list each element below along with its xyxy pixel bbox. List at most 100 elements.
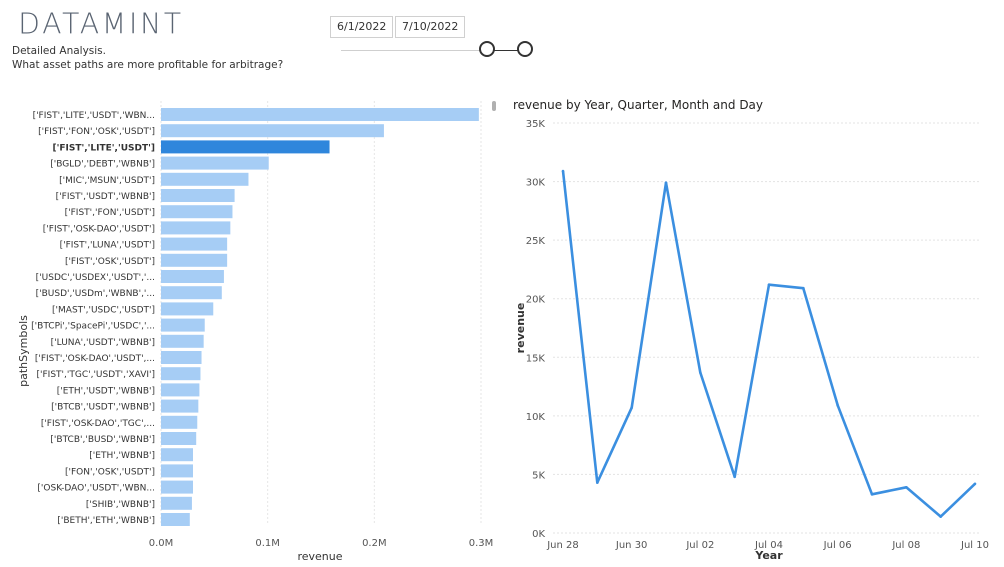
line-y-tick-label: 10K	[526, 412, 546, 423]
bar-category-label[interactable]: ['FIST','LITE','USDT','WBN...	[33, 111, 155, 121]
line-x-tick-label: Jun 30	[615, 540, 648, 551]
bar-category-label[interactable]: ['BUSD','USDm','WBNB','...	[36, 289, 155, 299]
revenue-bar[interactable]	[161, 189, 235, 202]
bar-category-label[interactable]: ['FIST','TGC','USDT','XAVI']	[37, 370, 155, 380]
revenue-bar[interactable]	[161, 383, 200, 397]
line-y-tick-label: 0K	[532, 529, 545, 540]
line-data-point[interactable]	[561, 169, 565, 173]
logo-text: DATAMINT	[18, 8, 184, 38]
bar-category-label[interactable]: ['OSK-DAO','USDT','WBN...	[37, 484, 155, 494]
line-y-tick-label: 5K	[532, 470, 545, 481]
line-x-tick-label: Jul 06	[823, 540, 852, 551]
x-axis-title: revenue	[297, 550, 342, 563]
revenue-bar[interactable]	[161, 221, 231, 235]
bar-category-label[interactable]: ['MAST','USDC','USDT']	[52, 305, 155, 315]
bar-category-label[interactable]: ['FIST','USDT','WBNB']	[56, 192, 155, 202]
line-data-point[interactable]	[767, 283, 771, 286]
line-points	[561, 169, 977, 518]
revenue-bar[interactable]	[161, 351, 202, 364]
date-slider-start-handle[interactable]	[479, 41, 495, 57]
line-data-point[interactable]	[733, 475, 736, 479]
revenue-line	[561, 170, 976, 518]
subtitle-line-2: What asset paths are more profitable for…	[12, 59, 284, 71]
bar-category-label[interactable]: ['BTCB','BUSD','WBNB']	[50, 435, 155, 445]
line-data-point[interactable]	[973, 482, 977, 486]
bar-x-tick-label: 0.1M	[255, 538, 280, 549]
revenue-bar[interactable]	[161, 480, 193, 494]
line-data-point[interactable]	[699, 371, 702, 374]
revenue-bar[interactable]	[161, 270, 224, 283]
line-data-point[interactable]	[802, 286, 805, 290]
bar-category-label[interactable]: ['FIST','LUNA','USDT']	[60, 241, 155, 251]
bar-category-label[interactable]: ['LUNA','USDT','WBNB']	[51, 338, 155, 348]
scrollbar-handle[interactable]	[492, 101, 496, 111]
bar-category-label[interactable]: ['SHIB','WBNB']	[86, 500, 155, 510]
datamint-logo: DATAMINT	[18, 8, 184, 38]
bar-x-tick-label: 0.0M	[149, 538, 174, 549]
y-axis-title: pathSymbols	[17, 315, 30, 387]
bar-category-label[interactable]: ['FIST','FON','USDT']	[65, 208, 155, 218]
line-data-point[interactable]	[596, 481, 599, 484]
line-data-point[interactable]	[939, 515, 942, 518]
revenue-bar[interactable]	[161, 464, 193, 478]
line-y-tick-label: 35K	[526, 119, 546, 130]
date-slider-end-handle[interactable]	[517, 41, 533, 57]
line-x-tick-label: Jul 02	[685, 540, 714, 551]
line-y-tick-label: 25K	[526, 236, 546, 247]
revenue-bar[interactable]	[161, 302, 214, 316]
revenue-bar[interactable]	[161, 367, 201, 381]
bar-category-label[interactable]: ['FIST','FON','OSK','USDT']	[38, 127, 155, 137]
bar-category-label[interactable]: ['FIST','OSK-DAO','USDT']	[43, 224, 155, 234]
bar-category-label[interactable]: ['BTCPi','SpacePi','USDC','...	[31, 322, 155, 332]
line-y-axis-title: revenue	[514, 303, 527, 354]
line-x-tick-label: Jul 08	[891, 540, 920, 551]
revenue-bar[interactable]	[161, 318, 205, 332]
line-data-point[interactable]	[664, 181, 668, 185]
revenue-bar[interactable]	[161, 399, 199, 413]
subtitle-line-1: Detailed Analysis.	[12, 45, 106, 57]
line-x-tick-label: Jul 10	[960, 540, 989, 551]
start-date-input[interactable]: 6/1/2022	[330, 16, 394, 38]
revenue-bar[interactable]	[161, 334, 204, 348]
revenue-by-path-bar-chart[interactable]: pathSymbols revenue ['FIST','LITE','USDT…	[0, 95, 500, 567]
line-data-point[interactable]	[905, 486, 908, 489]
bar-category-label[interactable]: ['FIST','OSK','USDT']	[65, 257, 155, 267]
revenue-bar[interactable]	[161, 172, 249, 186]
bar-category-label[interactable]: ['ETH','USDT','WBNB']	[57, 386, 155, 396]
bar-category-label[interactable]: ['MIC','MSUN','USDT']	[59, 176, 155, 186]
revenue-bar[interactable]	[161, 140, 330, 154]
line-chart-title: revenue by Year, Quarter, Month and Day	[513, 98, 763, 112]
bar-category-label[interactable]: ['USDC','USDEX','USDT','...	[36, 273, 155, 283]
bar-category-label[interactable]: ['FIST','OSK-DAO','TGC',...	[41, 419, 155, 429]
line-x-tick-label: Jun 28	[546, 540, 579, 551]
revenue-by-date-line-chart[interactable]: revenue by Year, Quarter, Month and Day …	[505, 95, 1004, 567]
bar-category-label[interactable]: ['FIST','LITE','USDT']	[53, 143, 156, 153]
line-y-tick-label: 20K	[526, 295, 546, 306]
end-date-input[interactable]: 7/10/2022	[395, 16, 466, 38]
line-data-point[interactable]	[870, 493, 874, 496]
revenue-bar[interactable]	[161, 108, 479, 121]
bar-x-tick-label: 0.2M	[362, 538, 387, 549]
line-y-tick-label: 15K	[526, 353, 546, 364]
bar-category-label[interactable]: ['BGLD','DEBT','WBNB']	[50, 160, 155, 170]
line-data-point[interactable]	[836, 404, 839, 407]
line-y-tick-label: 30K	[526, 178, 546, 189]
bar-category-label[interactable]: ['FON','OSK','USDT']	[65, 467, 155, 477]
revenue-bar[interactable]	[161, 205, 233, 219]
bar-category-label[interactable]: ['ETH','WBNB']	[89, 451, 155, 461]
revenue-bar[interactable]	[161, 448, 193, 462]
revenue-bar[interactable]	[161, 286, 222, 300]
line-data-point[interactable]	[630, 406, 633, 409]
revenue-bar[interactable]	[161, 253, 228, 267]
revenue-bar[interactable]	[161, 432, 197, 445]
revenue-bar[interactable]	[161, 124, 384, 138]
revenue-bar[interactable]	[161, 415, 198, 429]
bar-category-label[interactable]: ['BTCB','USDT','WBNB']	[51, 403, 155, 413]
bar-category-label[interactable]: ['BETH','ETH','WBNB']	[57, 516, 155, 526]
bar-category-label[interactable]: ['FIST','OSK-DAO','USDT',...	[35, 354, 155, 364]
revenue-bar[interactable]	[161, 513, 190, 526]
line-x-tick-label: Jul 04	[754, 540, 783, 551]
revenue-bar[interactable]	[161, 156, 269, 170]
revenue-bar[interactable]	[161, 237, 228, 251]
revenue-bar[interactable]	[161, 496, 192, 510]
